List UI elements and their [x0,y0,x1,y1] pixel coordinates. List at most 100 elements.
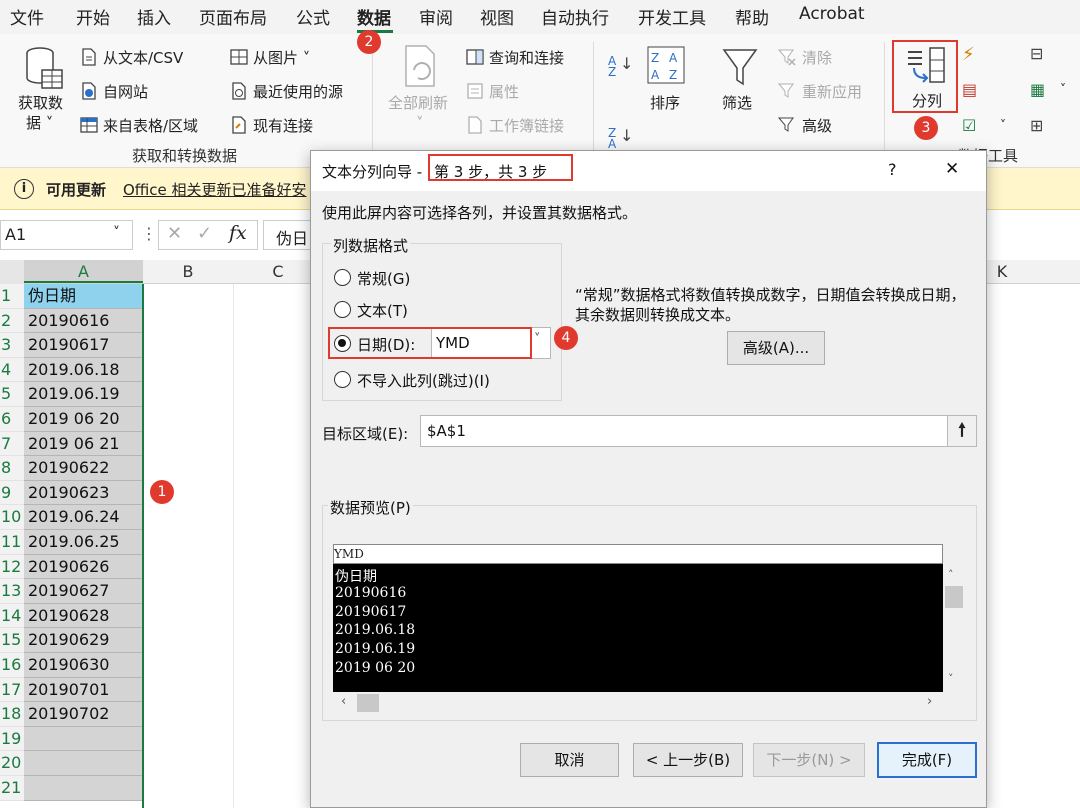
recent-sources-button[interactable]: 最近使用的源 [253,81,343,102]
column-header-b[interactable]: B [143,262,233,281]
row-header[interactable]: 19 [0,726,24,752]
menu-file[interactable]: 文件 [10,4,44,29]
row-header[interactable]: 15 [0,628,24,653]
hscrollbar-thumb[interactable] [357,694,379,712]
refresh-dropdown-icon[interactable]: ˅ [416,114,424,132]
row-header[interactable]: 6 [0,407,24,432]
from-web-button[interactable]: 自网站 [103,81,148,102]
cell-a[interactable]: 2019.06.25 [24,530,142,555]
row-header[interactable]: 4 [0,357,24,383]
cell-a[interactable]: 20190702 [24,702,142,727]
row-header[interactable]: 20 [0,751,24,776]
advanced-button[interactable]: 高级(A)... [727,331,825,365]
row-header[interactable]: 3 [0,333,24,358]
cell-a[interactable]: 2019 06 21 [24,431,142,457]
cell-a1[interactable]: 伪日期 [24,284,142,309]
collapse-dialog-icon[interactable]: 🠕 [947,416,976,446]
update-message-link[interactable]: Office 相关更新已准备好安 [123,179,307,200]
row-header[interactable]: 21 [0,776,24,801]
column-header-k[interactable]: K [987,262,1017,281]
scroll-up-icon[interactable]: ˄ [948,568,954,581]
radio-text-label[interactable]: 文本(T) [357,300,408,321]
scrollbar-thumb[interactable] [945,586,963,608]
row-header[interactable]: 7 [0,431,24,457]
from-picture-button[interactable]: 从图片 ˅ [253,47,310,68]
more-options-icon[interactable]: ⋮ [141,224,157,243]
back-button[interactable]: < 上一步(B) [633,743,743,777]
radio-skip[interactable] [334,371,351,388]
menu-insert[interactable]: 插入 [137,4,171,29]
flash-fill-icon[interactable]: ⚡ [962,44,984,65]
cell-a[interactable]: 20190616 [24,308,142,334]
chevron-down-icon[interactable]: ˅ [113,225,120,241]
row-header[interactable]: 10 [0,505,24,530]
relationships-icon[interactable]: ▦ [1030,80,1052,102]
preview-vertical-scrollbar[interactable]: ˄ ˅ [943,564,965,692]
row-header[interactable]: 18 [0,702,24,727]
clear-button[interactable]: 清除 [802,47,832,68]
scroll-down-icon[interactable]: ˅ [948,672,954,685]
cell-a[interactable]: 20190629 [24,628,142,653]
relationships-dropdown-icon[interactable]: ˅ [1060,82,1066,96]
cell-a[interactable]: 20190622 [24,456,142,481]
reapply-button[interactable]: 重新应用 [802,81,862,102]
row-header[interactable]: 9 [0,480,24,506]
data-model-icon[interactable]: ⊞ [1030,116,1052,138]
workbook-links-button[interactable]: 工作簿链接 [489,115,564,136]
cell-a[interactable]: 20190617 [24,333,142,358]
menu-acrobat[interactable]: Acrobat [799,4,865,24]
cell-a[interactable] [24,726,142,752]
row-header[interactable]: 5 [0,382,24,407]
sort-az-icon[interactable]: A Z ↓ [608,55,633,78]
sort-za-icon[interactable]: Z A ↓ [608,127,633,150]
preview-area[interactable]: YMD 伪日期 20190616 20190617 2019.06.18 2019.06… [333,544,943,692]
refresh-all-button[interactable]: 全部刷新 [388,92,448,113]
radio-skip-label[interactable]: 不导入此列(跳过)(I) [357,370,490,391]
advanced-button[interactable]: 高级 [802,115,832,136]
cell-a[interactable]: 2019 06 20 [24,407,142,432]
next-button[interactable]: 下一步(N) > [753,743,865,777]
row-header[interactable]: 11 [0,530,24,555]
cell-a[interactable] [24,776,142,801]
column-header-a[interactable]: A [24,262,143,281]
cancel-edit-icon[interactable]: ✕ [167,223,182,244]
cell-a[interactable]: 2019.06.19 [24,382,142,407]
help-button[interactable]: ? [888,160,897,179]
row-header[interactable]: 17 [0,677,24,703]
select-all-corner[interactable] [0,260,24,284]
cell-a[interactable]: 2019.06.18 [24,357,142,383]
preview-column-header[interactable]: YMD [333,544,943,564]
sort-button[interactable]: 排序 [650,92,680,113]
data-validation-dropdown-icon[interactable]: ˅ [1000,118,1006,132]
cell-a[interactable]: 20190628 [24,603,142,629]
menu-data[interactable]: 数据 [357,4,391,29]
from-text-csv-button[interactable]: 从文本/CSV [103,47,183,68]
row-header[interactable]: 12 [0,554,24,580]
row-header[interactable]: 16 [0,653,24,678]
remove-duplicates-icon[interactable]: ▤ [962,80,984,102]
queries-connections-button[interactable]: 查询和连接 [489,47,564,68]
close-icon[interactable]: ✕ [945,159,959,179]
row-header[interactable]: 2 [0,308,24,334]
cell-a[interactable]: 20190626 [24,554,142,580]
menu-home[interactable]: 开始 [76,4,110,29]
cell-a[interactable]: 20190701 [24,677,142,703]
filter-button[interactable]: 筛选 [722,92,752,113]
radio-general-label[interactable]: 常规(G) [357,268,410,289]
radio-general[interactable] [334,269,351,286]
preview-horizontal-scrollbar[interactable]: ‹ › [333,692,943,714]
row-header[interactable]: 13 [0,579,24,604]
scroll-right-icon[interactable]: › [927,694,932,709]
row-header[interactable]: 14 [0,603,24,629]
name-box[interactable]: A1 ˅ [0,220,133,250]
cell-a[interactable]: 20190627 [24,579,142,604]
properties-button[interactable]: 属性 [489,81,519,102]
scroll-left-icon[interactable]: ‹ [341,694,346,709]
row-header[interactable]: 1 [0,284,24,309]
cell-a[interactable] [24,751,142,776]
insert-function-icon[interactable]: fx [229,222,247,244]
cell-a[interactable]: 20190623 [24,480,142,506]
cell-a[interactable]: 2019.06.24 [24,505,142,530]
data-validation-icon[interactable]: ☑ [962,116,984,138]
existing-connections-button[interactable]: 现有连接 [253,115,313,136]
